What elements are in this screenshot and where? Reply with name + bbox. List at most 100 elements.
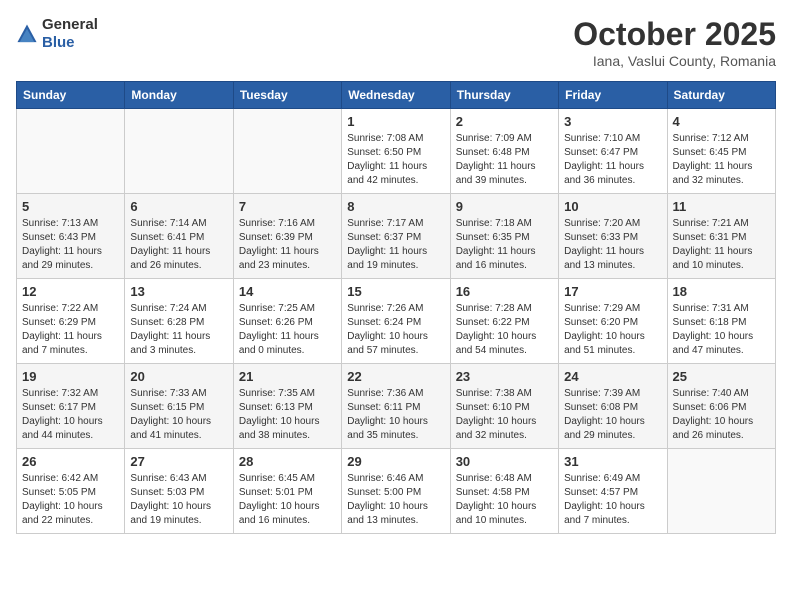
day-number: 22 bbox=[347, 369, 444, 384]
day-number: 12 bbox=[22, 284, 119, 299]
page-header: General Blue October 2025 Iana, Vaslui C… bbox=[16, 16, 776, 69]
calendar-title: October 2025 bbox=[573, 16, 776, 53]
logo: General Blue bbox=[16, 16, 98, 52]
day-info: Sunrise: 7:21 AM Sunset: 6:31 PM Dayligh… bbox=[673, 217, 770, 273]
calendar-cell: 11Sunrise: 7:21 AM Sunset: 6:31 PM Dayli… bbox=[667, 194, 775, 279]
day-info: Sunrise: 7:40 AM Sunset: 6:06 PM Dayligh… bbox=[673, 387, 770, 443]
day-info: Sunrise: 7:09 AM Sunset: 6:48 PM Dayligh… bbox=[456, 132, 553, 188]
day-number: 25 bbox=[673, 369, 770, 384]
day-number: 2 bbox=[456, 114, 553, 129]
day-info: Sunrise: 7:36 AM Sunset: 6:11 PM Dayligh… bbox=[347, 387, 444, 443]
weekday-header-friday: Friday bbox=[559, 82, 667, 109]
calendar-cell: 15Sunrise: 7:26 AM Sunset: 6:24 PM Dayli… bbox=[342, 279, 450, 364]
calendar-cell: 18 Sunrise: 7:31 AM Sunset: 6:18 PM Dayli… bbox=[667, 279, 775, 364]
day-info: Sunrise: 6:46 AM Sunset: 5:00 PM Dayligh… bbox=[347, 472, 444, 528]
day-number: 5 bbox=[22, 199, 119, 214]
day-number: 4 bbox=[673, 114, 770, 129]
calendar-cell: 10 Sunrise: 7:20 AM Sunset: 6:33 PM Dayli… bbox=[559, 194, 667, 279]
day-number: 28 bbox=[239, 454, 336, 469]
day-number: 16 bbox=[456, 284, 553, 299]
calendar-cell: 23Sunrise: 7:38 AM Sunset: 6:10 PM Dayli… bbox=[450, 364, 558, 449]
day-info: Sunrise: 7:16 AM Sunset: 6:39 PM Dayligh… bbox=[239, 217, 336, 273]
calendar-table: SundayMondayTuesdayWednesdayThursdayFrid… bbox=[16, 81, 776, 534]
logo-general: General bbox=[42, 16, 98, 34]
weekday-header-tuesday: Tuesday bbox=[233, 82, 341, 109]
week-row-5: 26 Sunrise: 6:42 AM Sunset: 5:05 PM Dayli… bbox=[17, 449, 776, 534]
day-number: 6 bbox=[130, 199, 227, 214]
calendar-cell: 25 Sunrise: 7:40 AM Sunset: 6:06 PM Dayli… bbox=[667, 364, 775, 449]
calendar-cell: 30Sunrise: 6:48 AM Sunset: 4:58 PM Dayli… bbox=[450, 449, 558, 534]
day-number: 17 bbox=[564, 284, 661, 299]
calendar-cell: 9Sunrise: 7:18 AM Sunset: 6:35 PM Daylig… bbox=[450, 194, 558, 279]
calendar-cell: 7 Sunrise: 7:16 AM Sunset: 6:39 PM Daylig… bbox=[233, 194, 341, 279]
calendar-cell: 12Sunrise: 7:22 AM Sunset: 6:29 PM Dayli… bbox=[17, 279, 125, 364]
calendar-cell: 22 Sunrise: 7:36 AM Sunset: 6:11 PM Dayli… bbox=[342, 364, 450, 449]
day-info: Sunrise: 7:29 AM Sunset: 6:20 PM Dayligh… bbox=[564, 302, 661, 358]
calendar-cell: 20 Sunrise: 7:33 AM Sunset: 6:15 PM Dayli… bbox=[125, 364, 233, 449]
day-info: Sunrise: 7:08 AM Sunset: 6:50 PM Dayligh… bbox=[347, 132, 444, 188]
day-info: Sunrise: 6:49 AM Sunset: 4:57 PM Dayligh… bbox=[564, 472, 661, 528]
calendar-cell: 17 Sunrise: 7:29 AM Sunset: 6:20 PM Dayli… bbox=[559, 279, 667, 364]
calendar-cell: 8 Sunrise: 7:17 AM Sunset: 6:37 PM Daylig… bbox=[342, 194, 450, 279]
title-section: October 2025 Iana, Vaslui County, Romani… bbox=[573, 16, 776, 69]
calendar-cell: 19 Sunrise: 7:32 AM Sunset: 6:17 PM Dayli… bbox=[17, 364, 125, 449]
day-number: 8 bbox=[347, 199, 444, 214]
day-info: Sunrise: 7:18 AM Sunset: 6:35 PM Dayligh… bbox=[456, 217, 553, 273]
calendar-cell: 2 Sunrise: 7:09 AM Sunset: 6:48 PM Daylig… bbox=[450, 109, 558, 194]
day-number: 20 bbox=[130, 369, 227, 384]
day-info: Sunrise: 7:12 AM Sunset: 6:45 PM Dayligh… bbox=[673, 132, 770, 188]
day-number: 10 bbox=[564, 199, 661, 214]
day-info: Sunrise: 7:33 AM Sunset: 6:15 PM Dayligh… bbox=[130, 387, 227, 443]
week-row-3: 12Sunrise: 7:22 AM Sunset: 6:29 PM Dayli… bbox=[17, 279, 776, 364]
calendar-cell: 27 Sunrise: 6:43 AM Sunset: 5:03 PM Dayli… bbox=[125, 449, 233, 534]
week-row-4: 19 Sunrise: 7:32 AM Sunset: 6:17 PM Dayli… bbox=[17, 364, 776, 449]
week-row-2: 5 Sunrise: 7:13 AM Sunset: 6:43 PM Daylig… bbox=[17, 194, 776, 279]
day-number: 3 bbox=[564, 114, 661, 129]
calendar-subtitle: Iana, Vaslui County, Romania bbox=[573, 53, 776, 69]
calendar-cell: 28 Sunrise: 6:45 AM Sunset: 5:01 PM Dayli… bbox=[233, 449, 341, 534]
weekday-header-saturday: Saturday bbox=[667, 82, 775, 109]
day-info: Sunrise: 7:10 AM Sunset: 6:47 PM Dayligh… bbox=[564, 132, 661, 188]
day-info: Sunrise: 7:31 AM Sunset: 6:18 PM Dayligh… bbox=[673, 302, 770, 358]
calendar-cell: 13Sunrise: 7:24 AM Sunset: 6:28 PM Dayli… bbox=[125, 279, 233, 364]
weekday-header-row: SundayMondayTuesdayWednesdayThursdayFrid… bbox=[17, 82, 776, 109]
calendar-cell: 5 Sunrise: 7:13 AM Sunset: 6:43 PM Daylig… bbox=[17, 194, 125, 279]
calendar-cell: 24Sunrise: 7:39 AM Sunset: 6:08 PM Dayli… bbox=[559, 364, 667, 449]
day-number: 18 bbox=[673, 284, 770, 299]
calendar-cell: 26 Sunrise: 6:42 AM Sunset: 5:05 PM Dayli… bbox=[17, 449, 125, 534]
day-info: Sunrise: 7:25 AM Sunset: 6:26 PM Dayligh… bbox=[239, 302, 336, 358]
day-info: Sunrise: 7:20 AM Sunset: 6:33 PM Dayligh… bbox=[564, 217, 661, 273]
day-number: 26 bbox=[22, 454, 119, 469]
weekday-header-wednesday: Wednesday bbox=[342, 82, 450, 109]
calendar-cell: 4 Sunrise: 7:12 AM Sunset: 6:45 PM Daylig… bbox=[667, 109, 775, 194]
calendar-cell bbox=[667, 449, 775, 534]
day-number: 29 bbox=[347, 454, 444, 469]
week-row-1: 1 Sunrise: 7:08 AM Sunset: 6:50 PM Daylig… bbox=[17, 109, 776, 194]
weekday-header-thursday: Thursday bbox=[450, 82, 558, 109]
day-number: 7 bbox=[239, 199, 336, 214]
day-info: Sunrise: 6:43 AM Sunset: 5:03 PM Dayligh… bbox=[130, 472, 227, 528]
day-number: 13 bbox=[130, 284, 227, 299]
day-info: Sunrise: 7:32 AM Sunset: 6:17 PM Dayligh… bbox=[22, 387, 119, 443]
weekday-header-sunday: Sunday bbox=[17, 82, 125, 109]
day-number: 1 bbox=[347, 114, 444, 129]
logo-blue: Blue bbox=[42, 34, 98, 52]
calendar-cell bbox=[125, 109, 233, 194]
calendar-cell: 3 Sunrise: 7:10 AM Sunset: 6:47 PM Daylig… bbox=[559, 109, 667, 194]
calendar-cell bbox=[233, 109, 341, 194]
day-number: 27 bbox=[130, 454, 227, 469]
day-info: Sunrise: 7:28 AM Sunset: 6:22 PM Dayligh… bbox=[456, 302, 553, 358]
logo-icon bbox=[16, 23, 38, 45]
calendar-cell: 21Sunrise: 7:35 AM Sunset: 6:13 PM Dayli… bbox=[233, 364, 341, 449]
calendar-cell: 1 Sunrise: 7:08 AM Sunset: 6:50 PM Daylig… bbox=[342, 109, 450, 194]
day-number: 19 bbox=[22, 369, 119, 384]
day-info: Sunrise: 7:13 AM Sunset: 6:43 PM Dayligh… bbox=[22, 217, 119, 273]
day-number: 31 bbox=[564, 454, 661, 469]
day-info: Sunrise: 6:42 AM Sunset: 5:05 PM Dayligh… bbox=[22, 472, 119, 528]
day-info: Sunrise: 7:14 AM Sunset: 6:41 PM Dayligh… bbox=[130, 217, 227, 273]
day-info: Sunrise: 6:45 AM Sunset: 5:01 PM Dayligh… bbox=[239, 472, 336, 528]
calendar-cell: 16 Sunrise: 7:28 AM Sunset: 6:22 PM Dayli… bbox=[450, 279, 558, 364]
calendar-cell: 29 Sunrise: 6:46 AM Sunset: 5:00 PM Dayli… bbox=[342, 449, 450, 534]
day-info: Sunrise: 7:17 AM Sunset: 6:37 PM Dayligh… bbox=[347, 217, 444, 273]
day-number: 23 bbox=[456, 369, 553, 384]
